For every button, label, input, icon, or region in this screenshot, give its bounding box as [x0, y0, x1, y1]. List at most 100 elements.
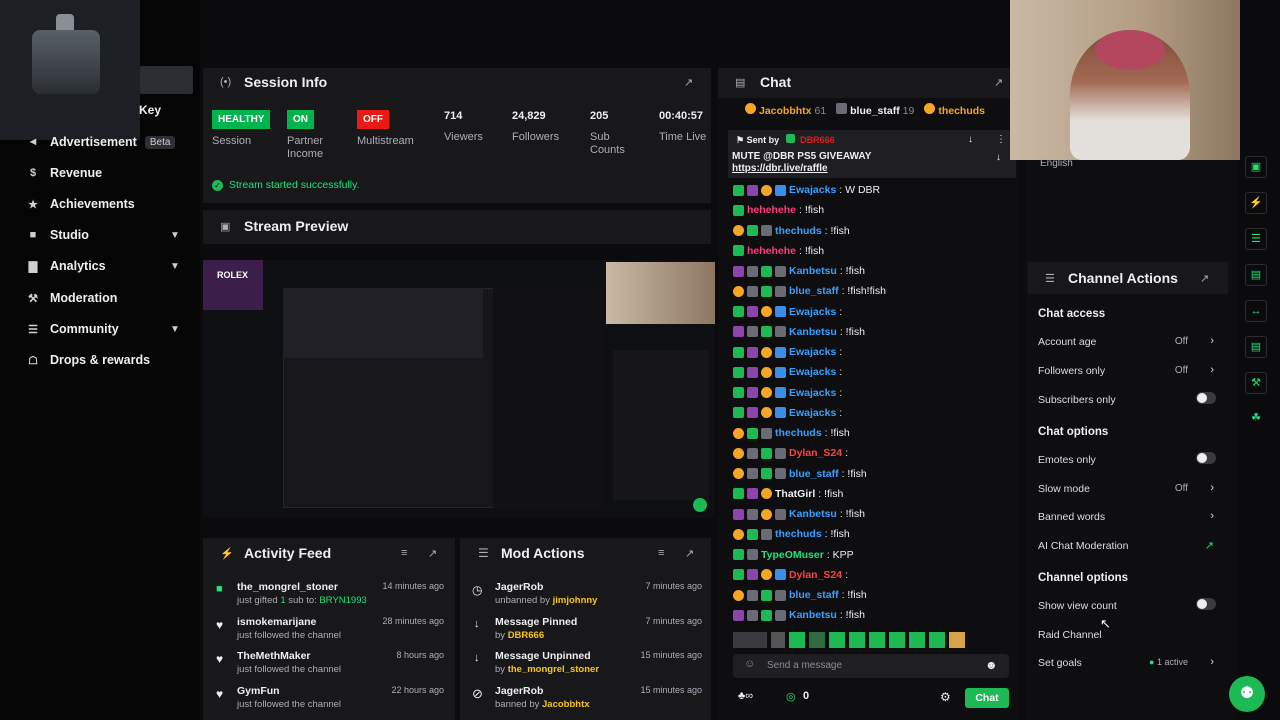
wrench-icon[interactable]: ⚒	[1245, 372, 1267, 394]
collapse-icon[interactable]: ↓	[996, 152, 1001, 163]
emote-icon[interactable]	[949, 632, 965, 648]
points-icon: ◎	[786, 691, 796, 703]
chat-username[interactable]: Kanbetsu	[789, 609, 837, 621]
emote-icon[interactable]	[733, 632, 767, 648]
chat-username[interactable]: Kanbetsu	[789, 508, 837, 520]
pin-toggle-icon[interactable]: ↓	[968, 134, 973, 145]
emote-icon[interactable]	[889, 632, 905, 648]
chat-input[interactable]: Send a message	[733, 654, 1009, 678]
smile-icon[interactable]: ☻	[985, 658, 998, 672]
chat-username[interactable]: Kanbetsu	[789, 326, 837, 338]
list-icon[interactable]: ☰	[1245, 228, 1267, 250]
popout-icon[interactable]: ↗	[1200, 272, 1209, 285]
chat-username[interactable]: Ewajacks	[789, 184, 836, 196]
emote-icon[interactable]	[849, 632, 865, 648]
mod-action-user[interactable]: Jacobbhtx	[542, 699, 590, 710]
emote-icon[interactable]	[771, 632, 785, 648]
gift-sub-icon[interactable]: ♣∞	[738, 690, 753, 702]
popout-icon[interactable]: ↗	[685, 547, 694, 560]
chat-username[interactable]: thechuds	[775, 528, 822, 540]
sidebar-item-community[interactable]: ☰ Community ▼	[26, 318, 196, 340]
more-options-icon[interactable]: ⋮	[996, 134, 1006, 145]
chat-username[interactable]: Ewajacks	[789, 387, 836, 399]
top-chatter-name[interactable]: blue_staff	[850, 105, 900, 117]
send-chat-button[interactable]: Chat	[965, 688, 1009, 708]
mod-action-user[interactable]: jimjohnny	[553, 595, 598, 606]
subscribers-only-toggle[interactable]	[1196, 392, 1216, 404]
sidebar-item-analytics[interactable]: ▇ Analytics ▼	[26, 255, 196, 277]
chat-username[interactable]: Dylan_S24	[789, 447, 842, 459]
mod-action-item: ⊘ JagerRob banned by Jacobbhtx 15 minute…	[472, 685, 706, 710]
chat-icon[interactable]: ▤	[1245, 264, 1267, 286]
chat-username[interactable]: blue_staff	[789, 589, 839, 601]
chat-username[interactable]: Ewajacks	[789, 346, 836, 358]
mod-action-user[interactable]: the_mongrel_stoner	[508, 664, 599, 675]
channel-options-heading: Channel options	[1038, 572, 1129, 584]
mod-action-text: unbanned by	[495, 595, 553, 606]
filter-icon[interactable]: ≡	[401, 547, 407, 559]
popout-icon[interactable]: ↗	[684, 76, 693, 89]
chat-message-text: : !fish	[839, 265, 865, 277]
sidebar-item-achievements[interactable]: ★ Achievements	[26, 193, 135, 215]
lightning-icon[interactable]: ⚡	[1245, 192, 1267, 214]
sidebar-item-studio[interactable]: ■ Studio ▼	[26, 224, 196, 246]
chat-username[interactable]: thechuds	[775, 427, 822, 439]
chat-username[interactable]: Ewajacks	[789, 407, 836, 419]
slow-mode-option[interactable]: Slow mode Off ›	[1038, 482, 1218, 495]
gift-icon: ■	[216, 583, 223, 595]
emote-icon[interactable]	[929, 632, 945, 648]
chat-username[interactable]: hehehehe	[747, 204, 796, 216]
layout-icon[interactable]: ▤	[1245, 336, 1267, 358]
chat-username[interactable]: Dylan_S24	[789, 569, 842, 581]
settings-gear-icon[interactable]: ⚙	[940, 690, 951, 704]
chat-username[interactable]: Ewajacks	[789, 306, 836, 318]
chat-username[interactable]: TypeOMuser	[761, 549, 824, 561]
chat-username[interactable]: ThatGirl	[775, 488, 815, 500]
followers-only-option[interactable]: Followers only Off ›	[1038, 364, 1218, 377]
ai-moderation-option[interactable]: AI Chat Moderation ↗	[1038, 540, 1218, 552]
option-label: Followers only	[1038, 365, 1106, 377]
stat-label: Viewers	[444, 131, 483, 143]
chat-username[interactable]: Kanbetsu	[789, 265, 837, 277]
account-age-option[interactable]: Account age Off ›	[1038, 335, 1218, 348]
popout-icon[interactable]: ↗	[994, 76, 1003, 89]
sidebar-item-advertisement[interactable]: ◄ Advertisement Beta	[26, 131, 176, 153]
pinned-by-user[interactable]: DBR666	[800, 135, 835, 145]
sidebar-item-moderation[interactable]: ⚒ Moderation	[26, 287, 117, 309]
gift-recipient[interactable]: BRYN1993	[319, 595, 366, 606]
sidebar-item-revenue[interactable]: $ Revenue	[26, 162, 102, 184]
chat-username[interactable]: blue_staff	[789, 468, 839, 480]
emote-icon[interactable]	[809, 632, 825, 648]
set-goals-option[interactable]: Set goals ● 1 active ›	[1038, 656, 1218, 669]
emote-icon[interactable]	[829, 632, 845, 648]
popout-icon[interactable]: ↗	[428, 547, 437, 560]
show-view-count-toggle[interactable]	[1196, 598, 1216, 610]
stream-preview-video[interactable]: ROLEX	[203, 260, 715, 518]
chat-username[interactable]: blue_staff	[789, 285, 839, 297]
emoji-picker-icon[interactable]: ☺	[744, 658, 755, 670]
top-chatter-name[interactable]: Jacobbhtx	[759, 105, 812, 117]
filter-icon[interactable]: ≡	[658, 547, 664, 559]
top-chatter-name[interactable]: thechuds	[938, 105, 985, 117]
chat-message-text: : !fish	[841, 589, 867, 601]
share-icon[interactable]: ☘	[1245, 408, 1267, 430]
chat-username[interactable]: hehehehe	[747, 245, 796, 257]
emote-icon[interactable]	[789, 632, 805, 648]
pinned-link[interactable]: https://dbr.live/raffle	[732, 163, 828, 174]
sidebar-collapsed-item[interactable]	[140, 66, 193, 94]
mod-action-item: ↓ Message Pinned by DBR666 7 minutes ago	[472, 616, 706, 641]
sidebar-item-drops[interactable]: ☖ Drops & rewards	[26, 349, 150, 371]
chat-username[interactable]: thechuds	[775, 225, 822, 237]
emotes-only-toggle[interactable]	[1196, 452, 1216, 464]
raid-channel-option[interactable]: Raid Channel	[1038, 629, 1218, 641]
code-icon[interactable]: ↔	[1245, 300, 1267, 322]
webcam-icon[interactable]: ▣	[1245, 156, 1267, 178]
mod-action-user[interactable]: DBR666	[508, 630, 544, 641]
banned-words-option[interactable]: Banned words ›	[1038, 510, 1218, 523]
emote-icon[interactable]	[869, 632, 885, 648]
help-headset-button[interactable]: ⚉	[1229, 676, 1265, 712]
chat-username[interactable]: Ewajacks	[789, 366, 836, 378]
emote-icon[interactable]	[909, 632, 925, 648]
goals-value: 1 active	[1156, 657, 1188, 667]
chat-badge-icon	[747, 366, 758, 378]
